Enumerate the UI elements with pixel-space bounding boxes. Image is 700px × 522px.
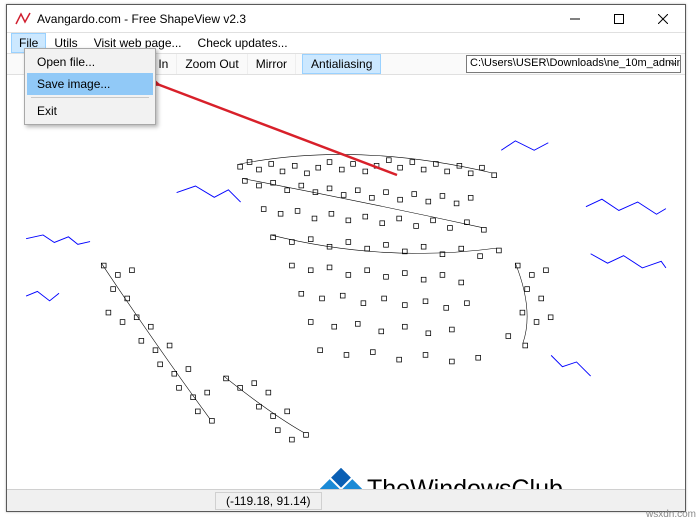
menu-separator (31, 97, 149, 98)
watermark-text: TheWindowsClub (367, 475, 563, 489)
minimize-button[interactable] (553, 5, 597, 33)
antialiasing-toggle[interactable]: Antialiasing (302, 54, 381, 74)
window-title: Avangardo.com - Free ShapeView v2.3 (37, 12, 553, 26)
status-coordinates: (-119.18, 91.14) (215, 492, 322, 510)
chevron-down-icon[interactable] (666, 56, 680, 72)
menu-open-file[interactable]: Open file... (27, 51, 153, 73)
map-render (7, 75, 685, 489)
close-button[interactable] (641, 5, 685, 33)
mirror-button[interactable]: Mirror (248, 54, 296, 74)
windows-logo-icon (320, 468, 362, 489)
app-icon (15, 11, 31, 27)
maximize-button[interactable] (597, 5, 641, 33)
menu-check-updates[interactable]: Check updates... (190, 33, 296, 53)
close-icon (658, 14, 668, 24)
titlebar: Avangardo.com - Free ShapeView v2.3 (7, 5, 685, 33)
site-credit: wsxdn.com (646, 509, 696, 520)
map-canvas[interactable]: TheWindowsClub (7, 75, 685, 489)
file-path-value: C:\Users\USER\Downloads\ne_10m_admin_0_b… (470, 57, 681, 69)
menu-exit[interactable]: Exit (27, 100, 153, 122)
zoom-out-button[interactable]: Zoom Out (177, 54, 247, 74)
maximize-icon (614, 14, 624, 24)
file-menu-dropdown: Open file... Save image... Exit (24, 48, 156, 125)
file-path-field[interactable]: C:\Users\USER\Downloads\ne_10m_admin_0_b… (466, 55, 681, 73)
menu-save-image[interactable]: Save image... (27, 73, 153, 95)
statusbar: (-119.18, 91.14) (7, 489, 685, 511)
minimize-icon (570, 14, 580, 24)
